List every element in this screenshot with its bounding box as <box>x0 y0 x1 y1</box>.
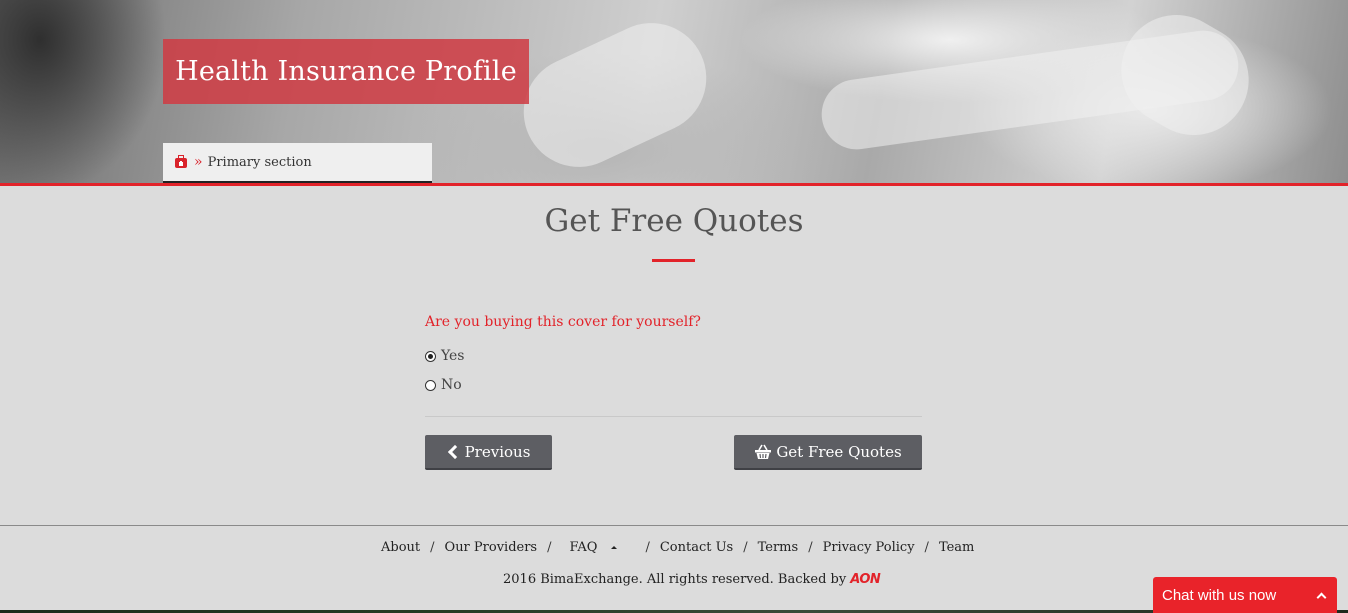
chat-label: Chat with us now <box>1162 586 1277 604</box>
radio-label-no: No <box>441 377 462 393</box>
radio-option-yes[interactable]: Yes <box>425 348 465 364</box>
page-title-box: Health Insurance Profile <box>163 39 529 104</box>
aon-logo[interactable]: AON <box>850 572 881 587</box>
radio-button-no[interactable] <box>425 379 436 391</box>
breadcrumb: » Primary section <box>163 143 432 183</box>
radio-button-yes[interactable] <box>425 350 436 362</box>
footer-link-about[interactable]: About <box>381 540 420 555</box>
medkit-icon[interactable] <box>175 154 187 168</box>
chevron-left-icon <box>447 444 462 459</box>
footer-link-faq[interactable]: FAQ <box>570 540 598 555</box>
footer-separator: / <box>430 540 435 555</box>
breadcrumb-current: Primary section <box>207 154 312 170</box>
footer-link-our-providers[interactable]: Our Providers <box>445 540 538 555</box>
footer-nav: About / Our Providers / FAQ / Contact Us… <box>381 540 974 555</box>
hero-image-finger <box>1101 0 1269 156</box>
footer-separator: / <box>808 540 813 555</box>
footer-link-terms[interactable]: Terms <box>758 540 799 555</box>
chevron-up-icon[interactable] <box>1316 592 1327 602</box>
get-free-quotes-button[interactable]: Get Free Quotes <box>734 435 922 470</box>
footer-separator: / <box>547 540 552 555</box>
footer-divider <box>0 525 1348 526</box>
footer-link-team[interactable]: Team <box>939 540 974 555</box>
radio-label-yes: Yes <box>441 348 465 364</box>
question-label: Are you buying this cover for yourself? <box>425 314 701 330</box>
get-free-quotes-label: Get Free Quotes <box>776 442 902 461</box>
copyright-text: 2016 BimaExchange. All rights reserved. … <box>503 572 847 587</box>
footer-separator: / <box>743 540 748 555</box>
footer-link-privacy-policy[interactable]: Privacy Policy <box>823 540 915 555</box>
footer-link-contact-us[interactable]: Contact Us <box>660 540 733 555</box>
footer-separator: / <box>924 540 929 555</box>
previous-button[interactable]: Previous <box>425 435 552 470</box>
hero-red-rule <box>0 183 1348 186</box>
heading-underline <box>652 259 695 262</box>
caret-up-icon[interactable] <box>611 546 618 549</box>
chat-widget[interactable]: Chat with us now <box>1153 577 1337 613</box>
basket-icon <box>755 444 772 459</box>
radio-option-no[interactable]: No <box>425 377 462 393</box>
page-title: Health Insurance Profile <box>175 56 517 87</box>
hero-image-hand <box>505 5 725 183</box>
previous-button-label: Previous <box>464 442 531 461</box>
footer-separator: / <box>645 540 650 555</box>
section-heading: Get Free Quotes <box>544 203 804 239</box>
form-divider <box>425 416 922 417</box>
copyright-line: 2016 BimaExchange. All rights reserved. … <box>503 572 881 587</box>
breadcrumb-separator: » <box>194 154 203 170</box>
